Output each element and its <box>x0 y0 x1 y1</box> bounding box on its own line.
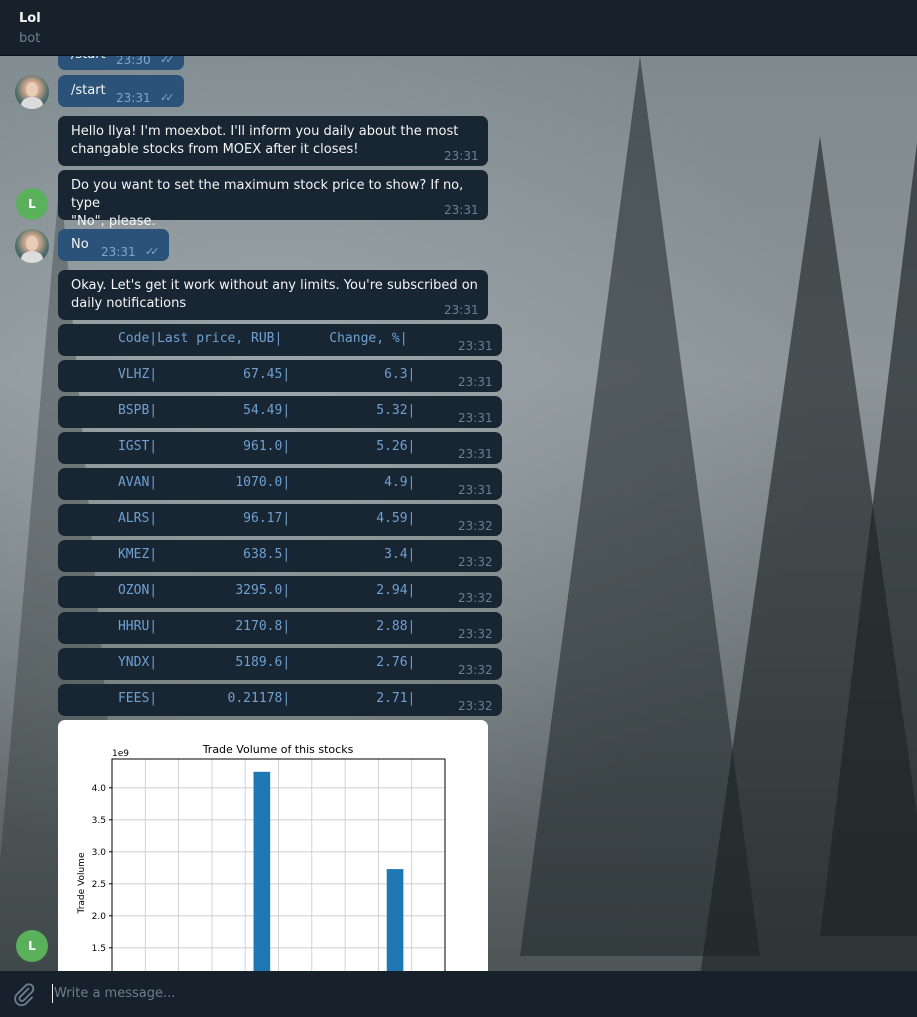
table-row-message[interactable]: OZON| 3295.0| 2.94| 23:32 <box>58 576 502 608</box>
table-row-message[interactable]: HHRU| 2170.8| 2.88| 23:32 <box>58 612 502 644</box>
chart-y-tick-label: 3.5 <box>92 816 106 826</box>
table-row-message[interactable]: YNDX| 5189.6| 2.76| 23:32 <box>58 648 502 680</box>
read-check-icon: ✓✓ <box>160 56 175 66</box>
chart-bar <box>253 771 271 971</box>
chart-y-axis-label: Trade Volume <box>77 852 87 914</box>
background-tree <box>820 56 917 936</box>
message-input[interactable]: Write a message... <box>54 986 175 1001</box>
user-avatar[interactable] <box>15 75 49 109</box>
message-composer[interactable]: Write a message... <box>0 971 917 1017</box>
message-outgoing[interactable]: No 23:31 ✓✓ <box>58 229 169 261</box>
chart-bar <box>386 869 404 971</box>
bot-avatar[interactable]: L <box>16 930 48 962</box>
chart-y-tick-label: 1.5 <box>92 944 106 954</box>
table-header-message[interactable]: Code|Last price, RUB| Change, %| 23:31 <box>58 324 502 356</box>
table-row-message[interactable]: FEES| 0.21178| 2.71| 23:32 <box>58 684 502 716</box>
read-check-icon: ✓✓ <box>160 91 175 104</box>
chart-y-tick-label: 4.0 <box>92 784 107 794</box>
chart-y-tick-label: 2.5 <box>92 880 106 890</box>
chat-history[interactable]: /start 23:30 ✓✓ /start 23:31 ✓✓ Hello Il… <box>0 56 917 971</box>
paperclip-icon[interactable] <box>12 982 36 1012</box>
chart-y-tick-label: 2.0 <box>92 912 107 922</box>
table-row-message[interactable]: AVAN| 1070.0| 4.9| 23:31 <box>58 468 502 500</box>
table-row-message[interactable]: KMEZ| 638.5| 3.4| 23:32 <box>58 540 502 572</box>
message-outgoing[interactable]: /start 23:30 ✓✓ <box>58 56 184 70</box>
table-row-message[interactable]: IGST| 961.0| 5.26| 23:31 <box>58 432 502 464</box>
message-incoming[interactable]: Hello Ilya! I'm moexbot. I'll inform you… <box>58 116 488 166</box>
table-row-message[interactable]: BSPB| 54.49| 5.32| 23:31 <box>58 396 502 428</box>
trade-volume-chart: Trade Volume of this stocks 1e9 Trade Vo… <box>77 743 446 971</box>
chart-title: Trade Volume of this stocks <box>202 743 354 756</box>
read-check-icon: ✓✓ <box>145 245 160 258</box>
chat-subtitle: bot <box>19 31 41 46</box>
table-row-message[interactable]: VLHZ| 67.45| 6.3| 23:31 <box>58 360 502 392</box>
text-cursor <box>52 984 53 1003</box>
bot-avatar[interactable]: L <box>16 188 48 220</box>
chart-image-message[interactable]: Trade Volume of this stocks 1e9 Trade Vo… <box>58 720 488 971</box>
message-outgoing[interactable]: /start 23:31 ✓✓ <box>58 75 184 107</box>
chart-y-tick-label: 3.0 <box>92 848 107 858</box>
message-incoming[interactable]: Do you want to set the maximum stock pri… <box>58 170 488 229</box>
user-avatar[interactable] <box>15 229 49 263</box>
chart-multiplier-label: 1e9 <box>112 749 129 759</box>
table-row-message[interactable]: ALRS| 96.17| 4.59| 23:32 <box>58 504 502 536</box>
message-incoming[interactable]: Okay. Let's get it work without any limi… <box>58 270 488 320</box>
chat-header[interactable]: Lol bot <box>0 0 917 56</box>
chat-title[interactable]: Lol <box>19 11 41 26</box>
